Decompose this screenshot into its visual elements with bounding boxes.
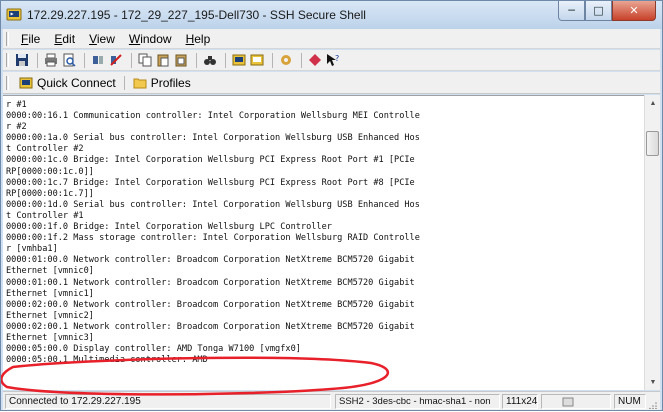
save-icon[interactable] [14,52,30,68]
menu-edit-label: dit [62,31,76,46]
terminal-line: 0000:01:00.1 Network controller: Broadco… [6,277,415,288]
find-icon[interactable] [202,52,218,68]
file-transfer-icon [562,397,574,407]
menu-help[interactable]: Help [179,32,218,46]
menu-view-label: iew [96,31,115,46]
vertical-scrollbar[interactable]: ▲ ▼ [644,95,660,390]
window-title: 172.29.227.195 - 172_29_227_195-Dell730 … [27,8,366,22]
menu-help-label: elp [194,31,211,46]
toolbar: ? [3,50,660,71]
terminal-line: 0000:00:1f.0 Bridge: Intel Corporation W… [6,222,332,233]
menu-view-accel: V [89,31,97,46]
paste-special-icon[interactable] [173,52,189,68]
svg-text:?: ? [335,54,339,63]
menu-file-label: ile [28,31,41,46]
status-empty-panel [541,394,611,409]
status-terminal-size: 111x24 [502,394,538,409]
profiles-label: Profiles [150,75,191,90]
scroll-up-icon[interactable]: ▲ [645,95,661,111]
minimize-button[interactable]: ─ [558,1,585,21]
menu-bar: File Edit View Window Help [3,29,660,49]
status-bar: Connected to 172.29.227.195 SSH2 - 3des-… [3,391,660,410]
quickbar-separator [123,75,125,90]
scrollbar-thumb[interactable] [646,131,659,156]
terminal-line: 0000:00:1c.0 Bridge: Intel Corporation W… [6,155,415,166]
print-icon[interactable] [43,52,59,68]
terminal-line: r #1 [6,100,27,110]
toolbar-separator [84,52,85,68]
terminal-line: r #2 [6,122,27,133]
toolbar-separator [196,52,197,68]
terminal-line: 0000:00:1d.0 Serial bus controller: Inte… [6,199,420,210]
quick-connect-button[interactable]: Quick Connect [14,76,121,90]
close-button[interactable]: ✕ [612,1,656,21]
terminal-line: 0000:01:00.0 Network controller: Broadco… [6,255,415,266]
terminal-line: r [vmhba1] [6,244,58,255]
maximize-button[interactable]: □ [585,1,612,21]
menu-edit[interactable]: Edit [47,32,82,46]
menu-grip[interactable] [6,31,9,46]
copy-icon[interactable] [137,52,153,68]
menu-window-label: indow [140,31,172,46]
ssh-app-icon [6,8,22,21]
menu-help-accel: H [185,31,195,46]
toolbar-grip[interactable] [6,53,9,67]
terminal-line: 0000:05:00.0 Display controller: AMD Ton… [6,344,301,355]
terminal-line: Ethernet [vmnic0] [6,266,94,277]
quick-connect-icon [19,77,33,88]
toolbar-separator [37,52,38,68]
terminal-line: 0000:02:00.0 Network controller: Broadco… [6,299,415,310]
terminal-line: 0000:00:1c.7 Bridge: Intel Corporation W… [6,177,415,188]
disconnect-icon[interactable] [108,52,124,68]
quickbar-grip[interactable] [6,75,9,90]
menu-view[interactable]: View [82,32,122,46]
quick-connect-label: Quick Connect [37,75,116,90]
settings-icon[interactable] [278,52,294,68]
status-connection: Connected to 172.29.227.195 [5,394,331,409]
scroll-down-icon[interactable]: ▼ [645,374,661,390]
profiles-button[interactable]: Profiles [128,76,196,90]
terminal-line: Ethernet [vmnic2] [6,310,94,321]
toolbar-separator [225,52,226,68]
terminal-line: t Controller #1 [6,210,84,221]
help-icon[interactable]: ? [325,52,341,68]
terminal-lines: r #1 0000:00:16.1 Communication controlle… [3,96,644,366]
resize-grip-icon[interactable] [649,398,657,410]
terminal-line: 0000:00:16.1 Communication controller: I… [6,111,420,122]
paste-icon[interactable] [155,52,171,68]
terminal-line: 0000:05:00.1 Multimedia controller: AMD [6,355,208,366]
terminal-line: 0000:00:1f.2 Mass storage controller: In… [6,233,420,244]
menu-window[interactable]: Window [122,32,179,46]
terminal-line: RP[0000:00:1c.0]] [6,166,94,177]
menu-window-accel: W [128,31,141,46]
status-protocol: SSH2 - 3des-cbc - hmac-sha1 - non [335,394,500,409]
print-preview-icon[interactable] [61,52,77,68]
toolbar-separator [131,52,132,68]
terminal-line: 0000:02:00.1 Network controller: Broadco… [6,321,415,332]
connect-icon[interactable] [90,52,106,68]
folder-icon [133,78,147,88]
terminal-line: RP[0000:00:1c.7]] [6,188,94,199]
toolbar-separator [272,52,273,68]
toolbar-separator [301,52,302,68]
status-num-lock: NUM [614,394,646,409]
profile-icon[interactable] [307,52,323,68]
new-file-transfer-icon[interactable] [249,52,265,68]
quick-connect-bar: Quick Connect Profiles [3,72,660,94]
new-terminal-icon[interactable] [231,52,247,68]
ssh-client-window: 172.29.227.195 - 172_29_227_195-Dell730 … [0,0,663,411]
menu-file[interactable]: File [14,32,47,46]
terminal-output[interactable]: r #1 0000:00:16.1 Communication controlle… [3,95,644,390]
terminal-line: Ethernet [vmnic1] [6,288,94,299]
title-bar[interactable]: 172.29.227.195 - 172_29_227_195-Dell730 … [1,1,662,29]
terminal-line: Ethernet [vmnic3] [6,332,94,343]
terminal-line: 0000:00:1a.0 Serial bus controller: Inte… [6,133,420,144]
terminal-line: t Controller #2 [6,144,84,155]
